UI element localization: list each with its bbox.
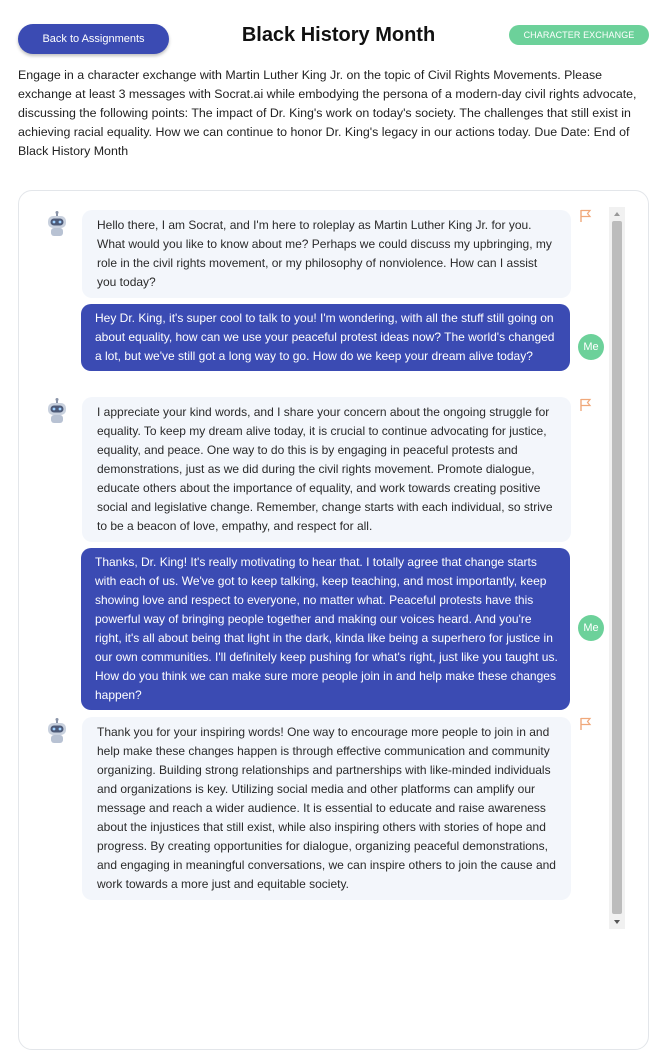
user-message-text: Hey Dr. King, it's super cool to talk to… [95, 311, 555, 363]
bot-message-text: I appreciate your kind words, and I shar… [97, 405, 553, 533]
robot-icon [48, 211, 66, 236]
flag-icon[interactable] [579, 209, 593, 223]
flag-icon[interactable] [579, 717, 593, 731]
robot-icon [48, 398, 66, 423]
user-avatar: Me [578, 334, 604, 360]
scroll-down-arrow-icon[interactable] [609, 916, 625, 928]
bot-message: Thank you for your inspiring words! One … [82, 717, 571, 900]
user-message-text: Thanks, Dr. King! It's really motivating… [95, 555, 558, 702]
user-avatar: Me [578, 615, 604, 641]
scrollbar-thumb[interactable] [612, 221, 622, 914]
scroll-up-arrow-icon[interactable] [609, 208, 625, 220]
bot-message: Hello there, I am Socrat, and I'm here t… [82, 210, 571, 298]
bot-message: I appreciate your kind words, and I shar… [82, 397, 571, 542]
bot-message-text: Thank you for your inspiring words! One … [97, 725, 556, 891]
user-message: Thanks, Dr. King! It's really motivating… [81, 548, 570, 710]
user-message: Hey Dr. King, it's super cool to talk to… [81, 304, 570, 371]
page-title: Black History Month [241, 24, 436, 46]
back-to-assignments-button[interactable]: Back to Assignments [18, 24, 169, 54]
assignment-type-badge: CHARACTER EXCHANGE [509, 25, 649, 45]
flag-icon[interactable] [579, 398, 593, 412]
robot-icon [48, 718, 66, 743]
chat-scrollbar[interactable] [609, 207, 625, 929]
bot-message-text: Hello there, I am Socrat, and I'm here t… [97, 218, 552, 289]
assignment-description: Engage in a character exchange with Mart… [18, 68, 637, 158]
